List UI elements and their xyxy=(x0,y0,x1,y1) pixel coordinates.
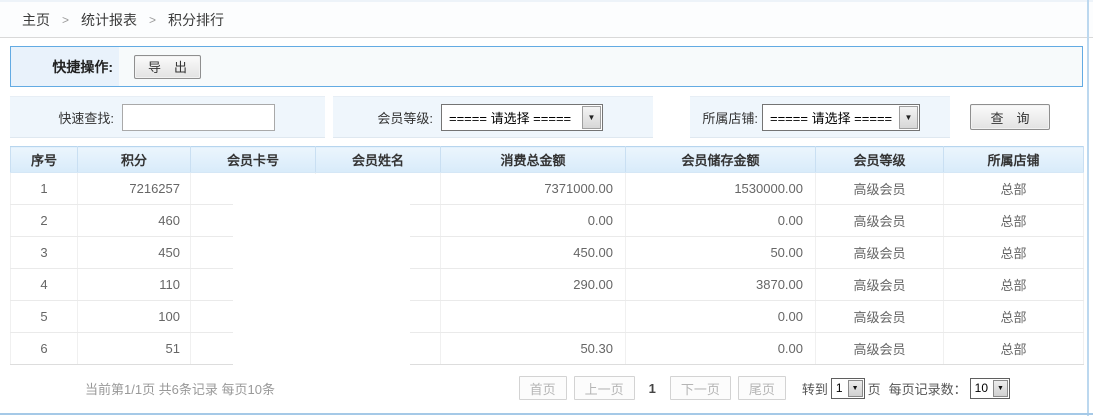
goto-page-suffix: 页 xyxy=(868,379,881,398)
col-card-number: 会员卡号 xyxy=(191,147,316,173)
breadcrumb: 主页 > 统计报表 > 积分排行 xyxy=(0,0,1093,38)
col-member-name: 会员姓名 xyxy=(316,147,441,173)
cell-index: 3 xyxy=(11,237,78,269)
goto-page-label: 转到 xyxy=(802,379,828,398)
goto-page-select[interactable]: 1 ▼ xyxy=(831,378,865,399)
breadcrumb-item-home[interactable]: 主页 xyxy=(22,10,50,30)
cell-stored-amount: 50.00 xyxy=(626,237,816,269)
member-level-select[interactable]: ===== 请选择 ===== ▼ xyxy=(441,104,603,131)
points-ranking-table: 序号 积分 会员卡号 会员姓名 消费总金额 会员储存金额 会员等级 所属店铺 1… xyxy=(10,146,1084,365)
chevron-down-icon[interactable]: ▼ xyxy=(848,380,863,397)
cell-points: 51 xyxy=(78,333,191,365)
goto-page-value: 1 xyxy=(832,379,847,398)
cell-points: 450 xyxy=(78,237,191,269)
table-row: 1 7216257 7371000.00 1530000.00 高级会员 总部 xyxy=(11,173,1084,205)
cell-points: 100 xyxy=(78,301,191,333)
col-stored-amount: 会员储存金额 xyxy=(626,147,816,173)
pagination-bar: 当前第1/1页 共6条记录 每页10条 首页 上一页 1 下一页 尾页 转到 1… xyxy=(10,371,1083,405)
col-member-level: 会员等级 xyxy=(816,147,944,173)
cell-stored-amount: 0.00 xyxy=(626,301,816,333)
quick-search-section: 快速查找: xyxy=(10,96,325,138)
cell-shop: 总部 xyxy=(944,237,1084,269)
page-size-label: 每页记录数： xyxy=(889,379,967,398)
page-size-value: 10 xyxy=(971,379,992,398)
table-row: 6 51 50.30 0.00 高级会员 总部 xyxy=(11,333,1084,365)
cell-index: 4 xyxy=(11,269,78,301)
cell-shop: 总部 xyxy=(944,333,1084,365)
cell-index: 2 xyxy=(11,205,78,237)
table-header-row: 序号 积分 会员卡号 会员姓名 消费总金额 会员储存金额 会员等级 所属店铺 xyxy=(11,147,1084,173)
cell-points: 460 xyxy=(78,205,191,237)
cell-consume-total: 0.00 xyxy=(441,205,626,237)
cell-shop: 总部 xyxy=(944,173,1084,205)
prev-page-button[interactable]: 上一页 xyxy=(574,376,635,400)
cell-member-level: 高级会员 xyxy=(816,237,944,269)
cell-consume-total: 290.00 xyxy=(441,269,626,301)
cell-consume-total: 7371000.00 xyxy=(441,173,626,205)
cell-points: 7216257 xyxy=(78,173,191,205)
cell-index: 5 xyxy=(11,301,78,333)
page-size-select[interactable]: 10 ▼ xyxy=(970,378,1010,399)
breadcrumb-separator: > xyxy=(149,13,156,27)
cell-member-level: 高级会员 xyxy=(816,301,944,333)
cell-member-level: 高级会员 xyxy=(816,205,944,237)
cell-shop: 总部 xyxy=(944,205,1084,237)
query-button[interactable]: 查 询 xyxy=(970,104,1050,130)
col-index: 序号 xyxy=(11,147,78,173)
cell-index: 1 xyxy=(11,173,78,205)
member-level-section: 会员等级: ===== 请选择 ===== ▼ xyxy=(333,96,653,138)
next-page-button[interactable]: 下一页 xyxy=(670,376,731,400)
cell-stored-amount: 0.00 xyxy=(626,333,816,365)
member-level-selected-value: ===== 请选择 ===== xyxy=(442,105,581,130)
cell-consume-total xyxy=(441,301,626,333)
pager-controls: 首页 上一页 1 下一页 尾页 转到 1 ▼ 页 每页记录数： 10 ▼ xyxy=(512,376,1013,400)
cell-member-level: 高级会员 xyxy=(816,269,944,301)
cell-shop: 总部 xyxy=(944,301,1084,333)
cell-consume-total: 450.00 xyxy=(441,237,626,269)
shop-selected-value: ===== 请选择 ===== xyxy=(763,105,898,130)
cell-member-level: 高级会员 xyxy=(816,173,944,205)
table-row: 4 110 290.00 3870.00 高级会员 总部 xyxy=(11,269,1084,301)
search-input[interactable] xyxy=(122,104,275,131)
chevron-down-icon[interactable]: ▼ xyxy=(582,106,601,129)
shop-label: 所属店铺: xyxy=(690,108,758,127)
first-page-button[interactable]: 首页 xyxy=(519,376,567,400)
page-bottom-edge xyxy=(0,413,1093,415)
quick-actions-label: 快捷操作: xyxy=(11,47,119,86)
col-points: 积分 xyxy=(78,147,191,173)
cell-points: 110 xyxy=(78,269,191,301)
filter-bar: 快速查找: 会员等级: ===== 请选择 ===== ▼ 所属店铺: ====… xyxy=(10,96,1083,138)
redacted-area xyxy=(233,174,410,367)
cell-index: 6 xyxy=(11,333,78,365)
cell-stored-amount: 0.00 xyxy=(626,205,816,237)
breadcrumb-separator: > xyxy=(62,13,69,27)
current-page-number: 1 xyxy=(649,381,656,396)
col-shop: 所属店铺 xyxy=(944,147,1084,173)
quick-actions-bar: 快捷操作: 导 出 xyxy=(10,46,1083,87)
export-button[interactable]: 导 出 xyxy=(134,55,201,79)
col-consume-total: 消费总金额 xyxy=(441,147,626,173)
page-right-edge xyxy=(1087,0,1089,416)
search-label: 快速查找: xyxy=(10,108,114,127)
cell-shop: 总部 xyxy=(944,269,1084,301)
breadcrumb-item-points-ranking: 积分排行 xyxy=(168,10,224,30)
table-row: 5 100 0.00 高级会员 总部 xyxy=(11,301,1084,333)
shop-section: 所属店铺: ===== 请选择 ===== ▼ xyxy=(690,96,950,138)
shop-select[interactable]: ===== 请选择 ===== ▼ xyxy=(762,104,920,131)
cell-consume-total: 50.30 xyxy=(441,333,626,365)
chevron-down-icon[interactable]: ▼ xyxy=(993,380,1008,397)
table-row: 3 450 450.00 50.00 高级会员 总部 xyxy=(11,237,1084,269)
cell-stored-amount: 3870.00 xyxy=(626,269,816,301)
page-summary: 当前第1/1页 共6条记录 每页10条 xyxy=(85,379,275,398)
points-ranking-page: 主页 > 统计报表 > 积分排行 快捷操作: 导 出 快速查找: 会员等级: =… xyxy=(0,0,1093,416)
chevron-down-icon[interactable]: ▼ xyxy=(899,106,918,129)
table-row: 2 460 0.00 0.00 高级会员 总部 xyxy=(11,205,1084,237)
cell-stored-amount: 1530000.00 xyxy=(626,173,816,205)
cell-member-level: 高级会员 xyxy=(816,333,944,365)
member-level-label: 会员等级: xyxy=(333,108,433,127)
breadcrumb-item-reports[interactable]: 统计报表 xyxy=(81,10,137,30)
last-page-button[interactable]: 尾页 xyxy=(738,376,786,400)
